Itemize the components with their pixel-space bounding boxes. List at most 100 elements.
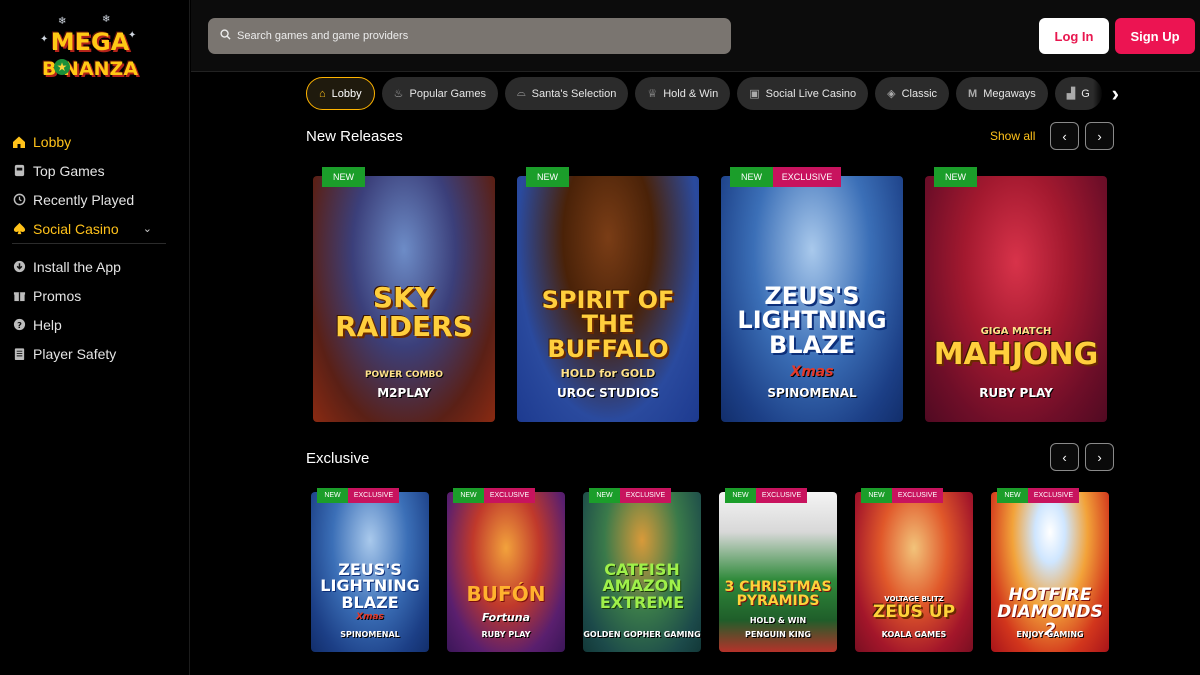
svg-text:?: ?: [17, 320, 22, 330]
show-all-link[interactable]: Show all: [990, 129, 1035, 143]
game-card-spirit-of-the-buffalo[interactable]: SPIRIT OF THE BUFFALO HOLD for GOLD UROC…: [517, 176, 699, 422]
game-card-sky-raiders[interactable]: SKY RAIDERS POWER COMBO M2PLAY: [313, 176, 495, 422]
game-card-zeus-lightning-blaze-xmas[interactable]: ZEUS'S LIGHTNING BLAZE Xmas SPINOMENAL: [311, 492, 429, 652]
tab-popular-games[interactable]: ♨ Popular Games: [381, 77, 498, 110]
carousel-next-button[interactable]: ›: [1085, 443, 1114, 471]
tab-label: Classic: [901, 87, 938, 100]
tab-label: Santa's Selection: [531, 87, 617, 100]
game-card-giga-match-mahjong[interactable]: GIGA MATCH MAHJONG RUBY PLAY: [925, 176, 1107, 422]
tab-lobby[interactable]: ⌂ Lobby: [306, 77, 375, 110]
badge-new: NEW: [526, 167, 569, 187]
badge-exclusive: EXCLUSIVE: [756, 488, 807, 503]
category-scroll-right-icon[interactable]: ›: [1093, 77, 1119, 110]
sidebar-item-label: Lobby: [33, 133, 72, 150]
search-icon: [220, 27, 231, 45]
star-icon: ★: [54, 59, 70, 75]
tab-label: Popular Games: [409, 87, 486, 100]
badge-new: NEW: [725, 488, 756, 503]
chart-icon: ▟: [1066, 88, 1076, 100]
sidebar-item-player-safety[interactable]: Player Safety: [12, 339, 166, 368]
trophy-icon: ♕: [647, 88, 658, 100]
sidebar-item-top-games[interactable]: Top Games: [12, 156, 166, 185]
game-card-zeus-up[interactable]: VOLTAGE BLITZ ZEUS UP KOALA GAMES: [855, 492, 973, 652]
game-title: ZEUS'S LIGHTNING BLAZE: [320, 560, 420, 612]
game-provider: SPINOMENAL: [767, 386, 857, 400]
hat-icon: ⌓: [516, 87, 526, 99]
badge-exclusive: EXCLUSIVE: [620, 488, 671, 503]
sidebar: ❄ ❄ ✦ ✦ MEGA B NANZA ★ Lobby Top Games R…: [0, 0, 190, 675]
game-title: SKY RAIDERS: [335, 281, 473, 343]
document-icon: [12, 347, 26, 361]
top-header: Log In Sign Up: [191, 0, 1200, 72]
tab-social-live-casino[interactable]: ▣ Social Live Casino: [737, 77, 869, 110]
badge-exclusive: EXCLUSIVE: [773, 167, 841, 187]
game-subtitle: Xmas: [790, 364, 834, 380]
carousel-prev-button[interactable]: ‹: [1050, 122, 1079, 150]
tab-hold-and-win[interactable]: ♕ Hold & Win: [635, 77, 731, 110]
game-provider: GOLDEN GOPHER GAMING: [583, 630, 701, 639]
sidebar-item-help[interactable]: ? Help: [12, 310, 166, 339]
chevron-left-icon: ‹: [1062, 449, 1067, 465]
tab-santas-selection[interactable]: ⌓ Santa's Selection: [504, 77, 629, 110]
game-title: CATFISH AMAZON EXTREME: [599, 560, 685, 612]
chevron-right-icon: ›: [1097, 128, 1102, 144]
section-title-new-releases: New Releases: [306, 128, 403, 145]
home-icon: [12, 135, 26, 149]
sidebar-item-label: Install the App: [33, 258, 121, 275]
tab-label: Hold & Win: [663, 87, 719, 100]
search-bar[interactable]: [208, 18, 731, 54]
game-subtitle: POWER COMBO: [364, 370, 444, 380]
game-title: BUFÓN: [466, 582, 546, 606]
tab-classic[interactable]: ◈ Classic: [875, 77, 950, 110]
shield-icon: ◈: [887, 88, 896, 100]
tab-label: G: [1081, 87, 1090, 100]
badge-exclusive: EXCLUSIVE: [484, 488, 535, 503]
game-provider: RUBY PLAY: [979, 386, 1053, 400]
game-provider: M2PLAY: [377, 386, 431, 400]
mega-bonanza-logo[interactable]: ❄ ❄ ✦ ✦ MEGA B NANZA ★: [38, 14, 142, 88]
sidebar-item-label: Player Safety: [33, 345, 117, 362]
sidebar-item-label: Help: [33, 316, 62, 333]
carousel-prev-button[interactable]: ‹: [1050, 443, 1079, 471]
spade-icon: [12, 222, 26, 236]
game-provider: RUBY PLAY: [481, 630, 531, 639]
game-card-catfish-amazon-extreme[interactable]: CATFISH AMAZON EXTREME GOLDEN GOPHER GAM…: [583, 492, 701, 652]
sidebar-item-label: Top Games: [33, 162, 105, 179]
sidebar-item-promos[interactable]: Promos: [12, 281, 166, 310]
chevron-right-icon: ›: [1097, 449, 1102, 465]
badge-exclusive: EXCLUSIVE: [892, 488, 943, 503]
home-icon: ⌂: [319, 87, 326, 100]
signup-button[interactable]: Sign Up: [1115, 18, 1195, 54]
game-title: 3 CHRISTMAS PYRAMIDS: [724, 579, 832, 610]
sidebar-item-label: Recently Played: [33, 191, 135, 208]
game-subtitle: Fortuna: [482, 611, 530, 624]
game-provider: ENJOY GAMING: [1016, 630, 1084, 639]
badge-new: NEW: [322, 167, 365, 187]
badge-new: NEW: [934, 167, 977, 187]
game-title: MAHJONG: [933, 337, 1099, 372]
sidebar-item-install-app[interactable]: Install the App: [12, 252, 166, 281]
game-subtitle: HOLD & WIN: [749, 616, 807, 625]
game-card-3-christmas-pyramids[interactable]: 3 CHRISTMAS PYRAMIDS HOLD & WIN PENGUIN …: [719, 492, 837, 652]
sidebar-item-social-casino[interactable]: Social Casino ⌄: [12, 214, 166, 243]
sidebar-nav: Lobby Top Games Recently Played Social C…: [12, 127, 166, 368]
game-provider: KOALA GAMES: [881, 630, 947, 639]
game-card-hotfire-diamonds-2[interactable]: HOTFIRE DIAMONDS 2 ENJOY GAMING: [991, 492, 1109, 652]
download-icon: [12, 260, 26, 274]
search-input[interactable]: [237, 30, 707, 42]
sidebar-item-lobby[interactable]: Lobby: [12, 127, 166, 156]
game-subtitle: HOLD for GOLD: [560, 367, 656, 380]
login-button[interactable]: Log In: [1039, 18, 1109, 54]
chevron-down-icon[interactable]: ⌄: [143, 222, 152, 235]
carousel-next-button[interactable]: ›: [1085, 122, 1114, 150]
tab-megaways[interactable]: M Megaways: [956, 77, 1048, 110]
section-title-exclusive: Exclusive: [306, 450, 370, 467]
badge-new: NEW: [589, 488, 620, 503]
sidebar-item-recently-played[interactable]: Recently Played: [12, 185, 166, 214]
badge-new: NEW: [317, 488, 348, 503]
tab-label: Lobby: [331, 87, 362, 100]
tab-label: Social Live Casino: [765, 87, 857, 100]
game-card-zeus-lightning-blaze-xmas[interactable]: ZEUS'S LIGHTNING BLAZE Xmas SPINOMENAL: [721, 176, 903, 422]
game-card-bufon-fortuna[interactable]: BUFÓN Fortuna RUBY PLAY: [447, 492, 565, 652]
badge-new: NEW: [997, 488, 1028, 503]
